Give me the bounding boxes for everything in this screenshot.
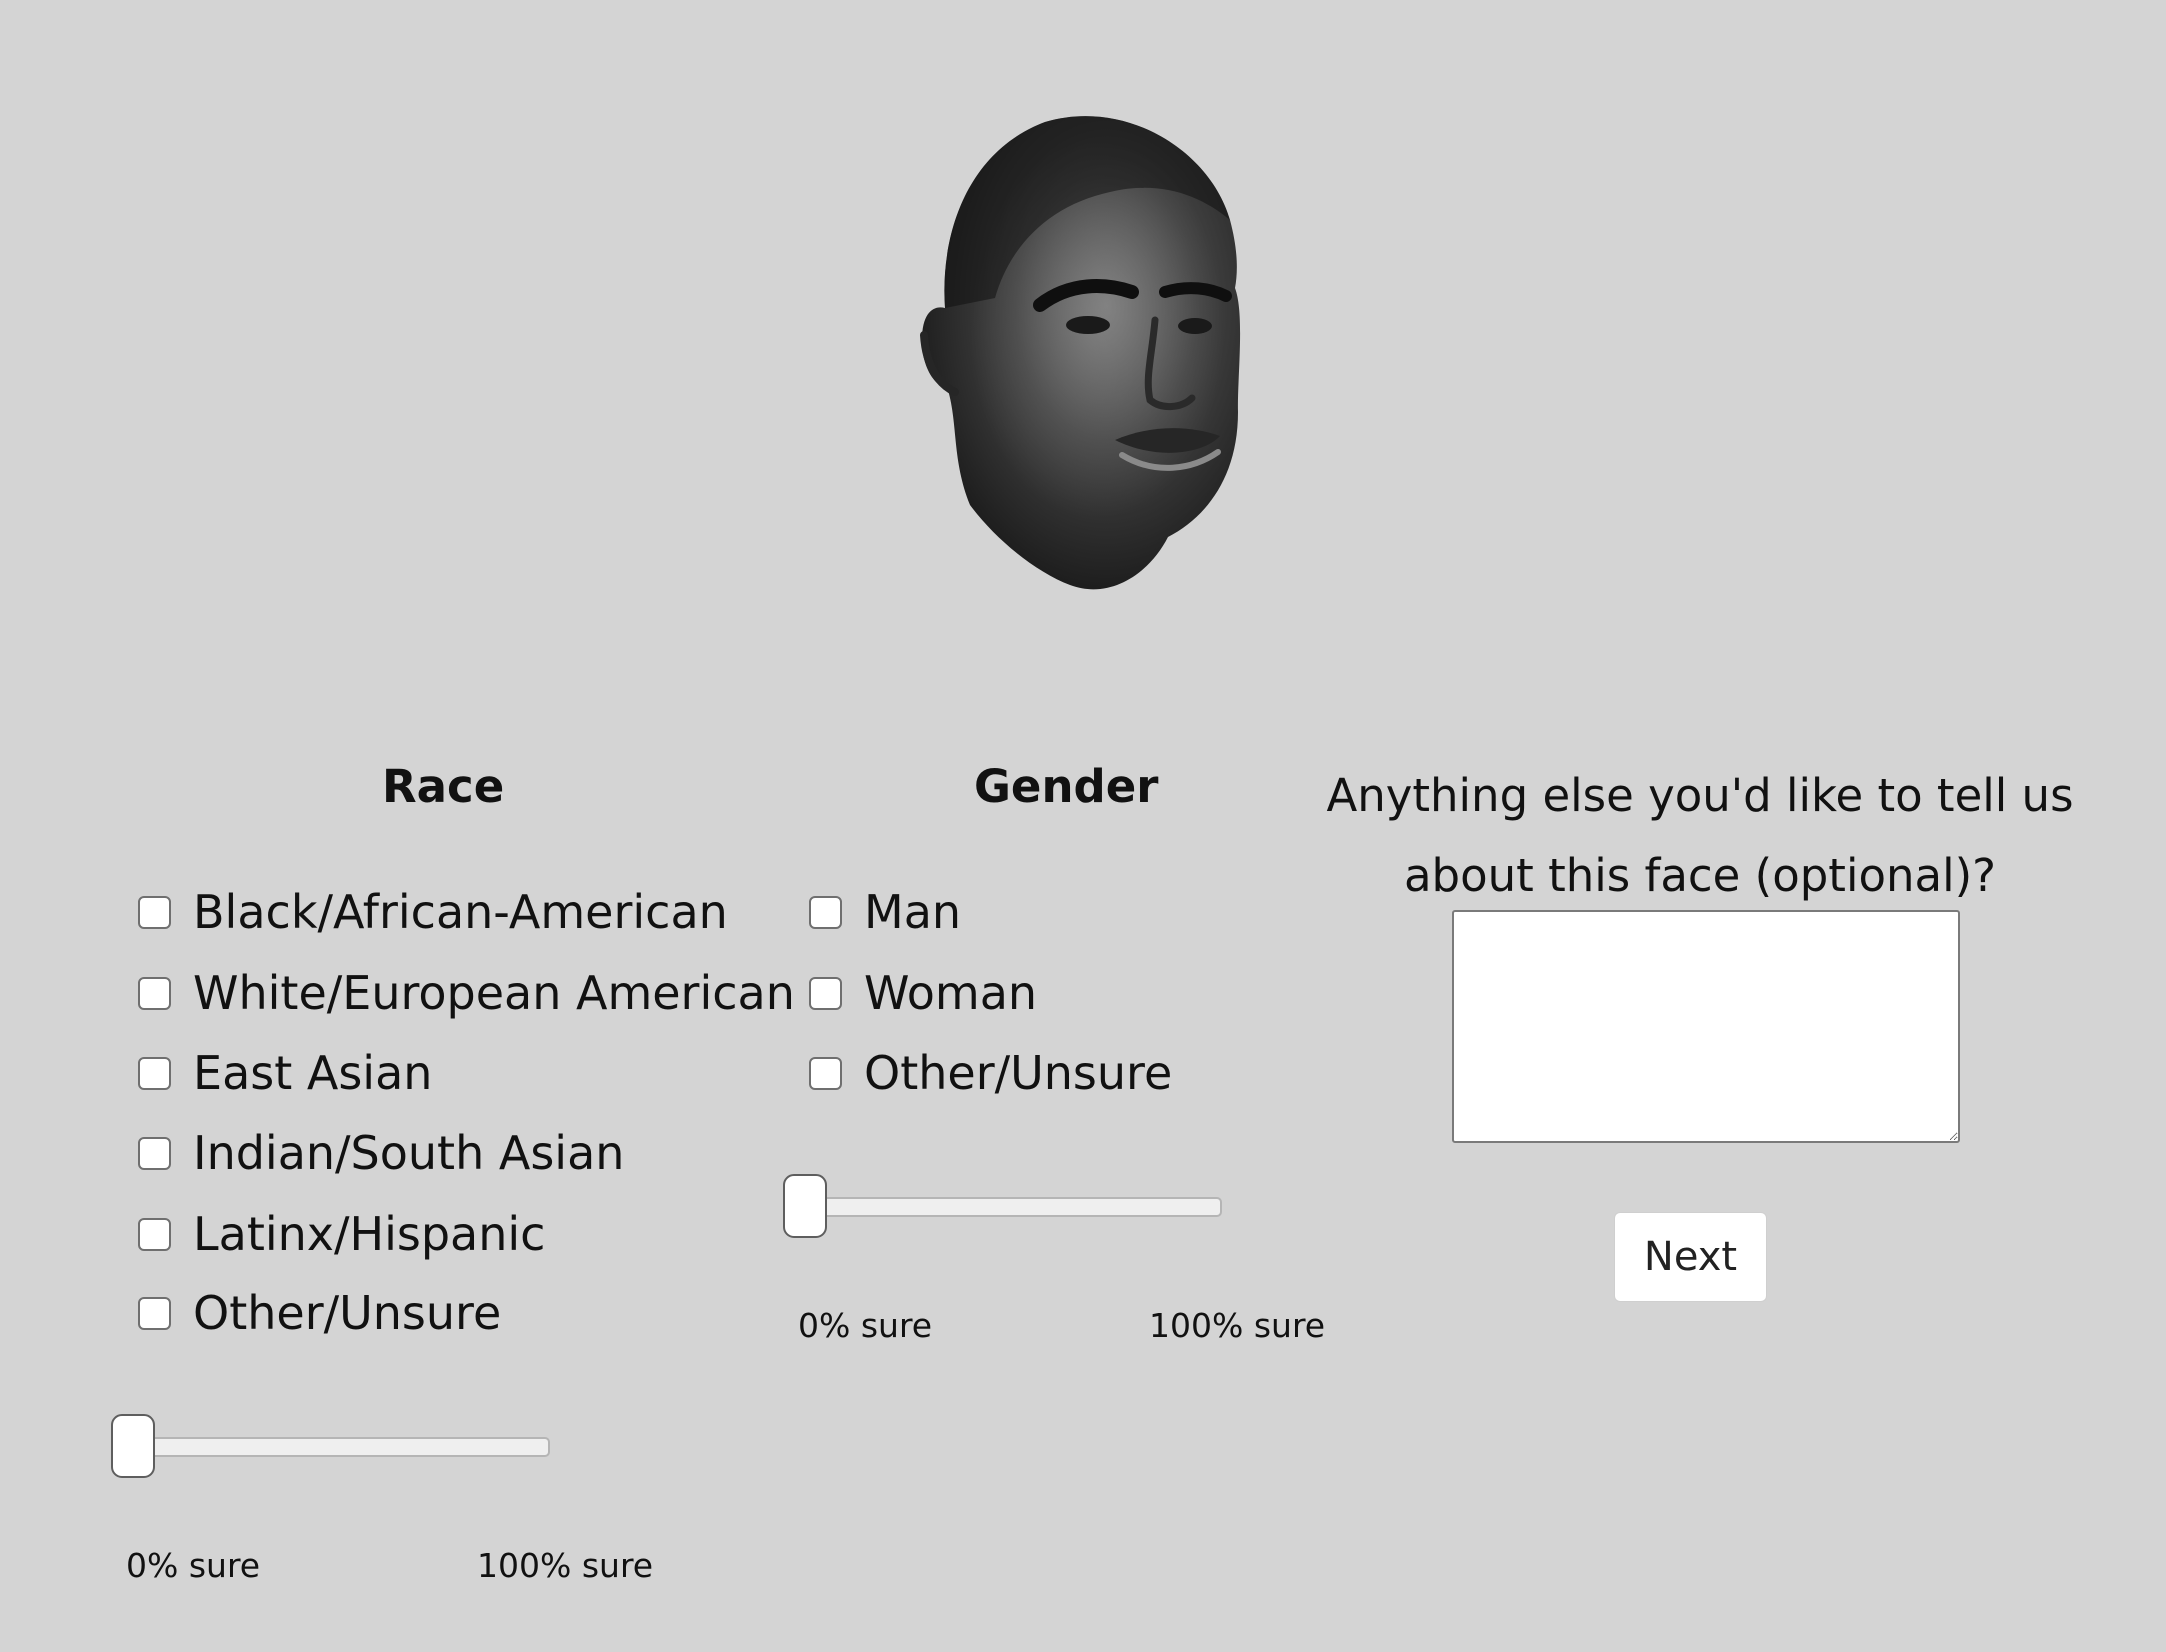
- gender-slider-thumb[interactable]: [783, 1174, 827, 1238]
- race-option-east-asian[interactable]: East Asian: [138, 1046, 432, 1100]
- race-confidence-slider[interactable]: [111, 1414, 550, 1478]
- gender-option-other-unsure[interactable]: Other/Unsure: [809, 1046, 1172, 1100]
- comment-textarea[interactable]: [1452, 910, 1960, 1143]
- race-option-black-african-american[interactable]: Black/African-American: [138, 885, 728, 939]
- race-slider-max-label: 100% sure: [477, 1546, 654, 1585]
- gender-checkbox-woman[interactable]: [809, 976, 842, 1010]
- race-option-label: East Asian: [193, 1046, 433, 1100]
- race-title: Race: [382, 760, 505, 813]
- race-option-label: White/European American: [193, 966, 795, 1020]
- comment-question: Anything else you'd like to tell us abou…: [1326, 769, 2074, 902]
- gender-option-man[interactable]: Man: [809, 885, 961, 939]
- race-slider-min-label: 0% sure: [126, 1546, 261, 1585]
- gender-option-label: Man: [864, 885, 962, 939]
- gender-option-label: Woman: [864, 966, 1038, 1020]
- race-checkbox-black-african-american[interactable]: [138, 895, 171, 929]
- gender-slider-max-label: 100% sure: [1149, 1306, 1326, 1345]
- race-slider-thumb[interactable]: [111, 1414, 155, 1478]
- race-option-label: Other/Unsure: [193, 1286, 502, 1340]
- race-slider-track[interactable]: [133, 1437, 550, 1457]
- race-checkbox-other-unsure[interactable]: [138, 1296, 171, 1330]
- race-checkbox-latinx-hispanic[interactable]: [138, 1217, 171, 1251]
- race-option-label: Indian/South Asian: [193, 1126, 625, 1180]
- next-button[interactable]: Next: [1614, 1212, 1767, 1302]
- race-checkbox-white-european-american[interactable]: [138, 976, 171, 1010]
- race-option-white-european-american[interactable]: White/European American: [138, 966, 795, 1020]
- gender-checkbox-other-unsure[interactable]: [809, 1056, 842, 1090]
- face-image: [920, 116, 1241, 590]
- race-option-label: Black/African-American: [193, 885, 728, 939]
- race-checkbox-indian-south-asian[interactable]: [138, 1136, 171, 1170]
- race-checkbox-east-asian[interactable]: [138, 1056, 171, 1090]
- race-option-indian-south-asian[interactable]: Indian/South Asian: [138, 1126, 624, 1180]
- gender-slider-track[interactable]: [805, 1197, 1222, 1217]
- race-option-other-unsure[interactable]: Other/Unsure: [138, 1286, 501, 1340]
- gender-title: Gender: [974, 760, 1159, 813]
- race-option-latinx-hispanic[interactable]: Latinx/Hispanic: [138, 1207, 545, 1261]
- gender-option-label: Other/Unsure: [864, 1046, 1173, 1100]
- gender-confidence-slider[interactable]: [783, 1174, 1222, 1238]
- gender-checkbox-man[interactable]: [809, 895, 842, 929]
- gender-slider-min-label: 0% sure: [798, 1306, 933, 1345]
- gender-option-woman[interactable]: Woman: [809, 966, 1037, 1020]
- race-option-label: Latinx/Hispanic: [193, 1207, 546, 1261]
